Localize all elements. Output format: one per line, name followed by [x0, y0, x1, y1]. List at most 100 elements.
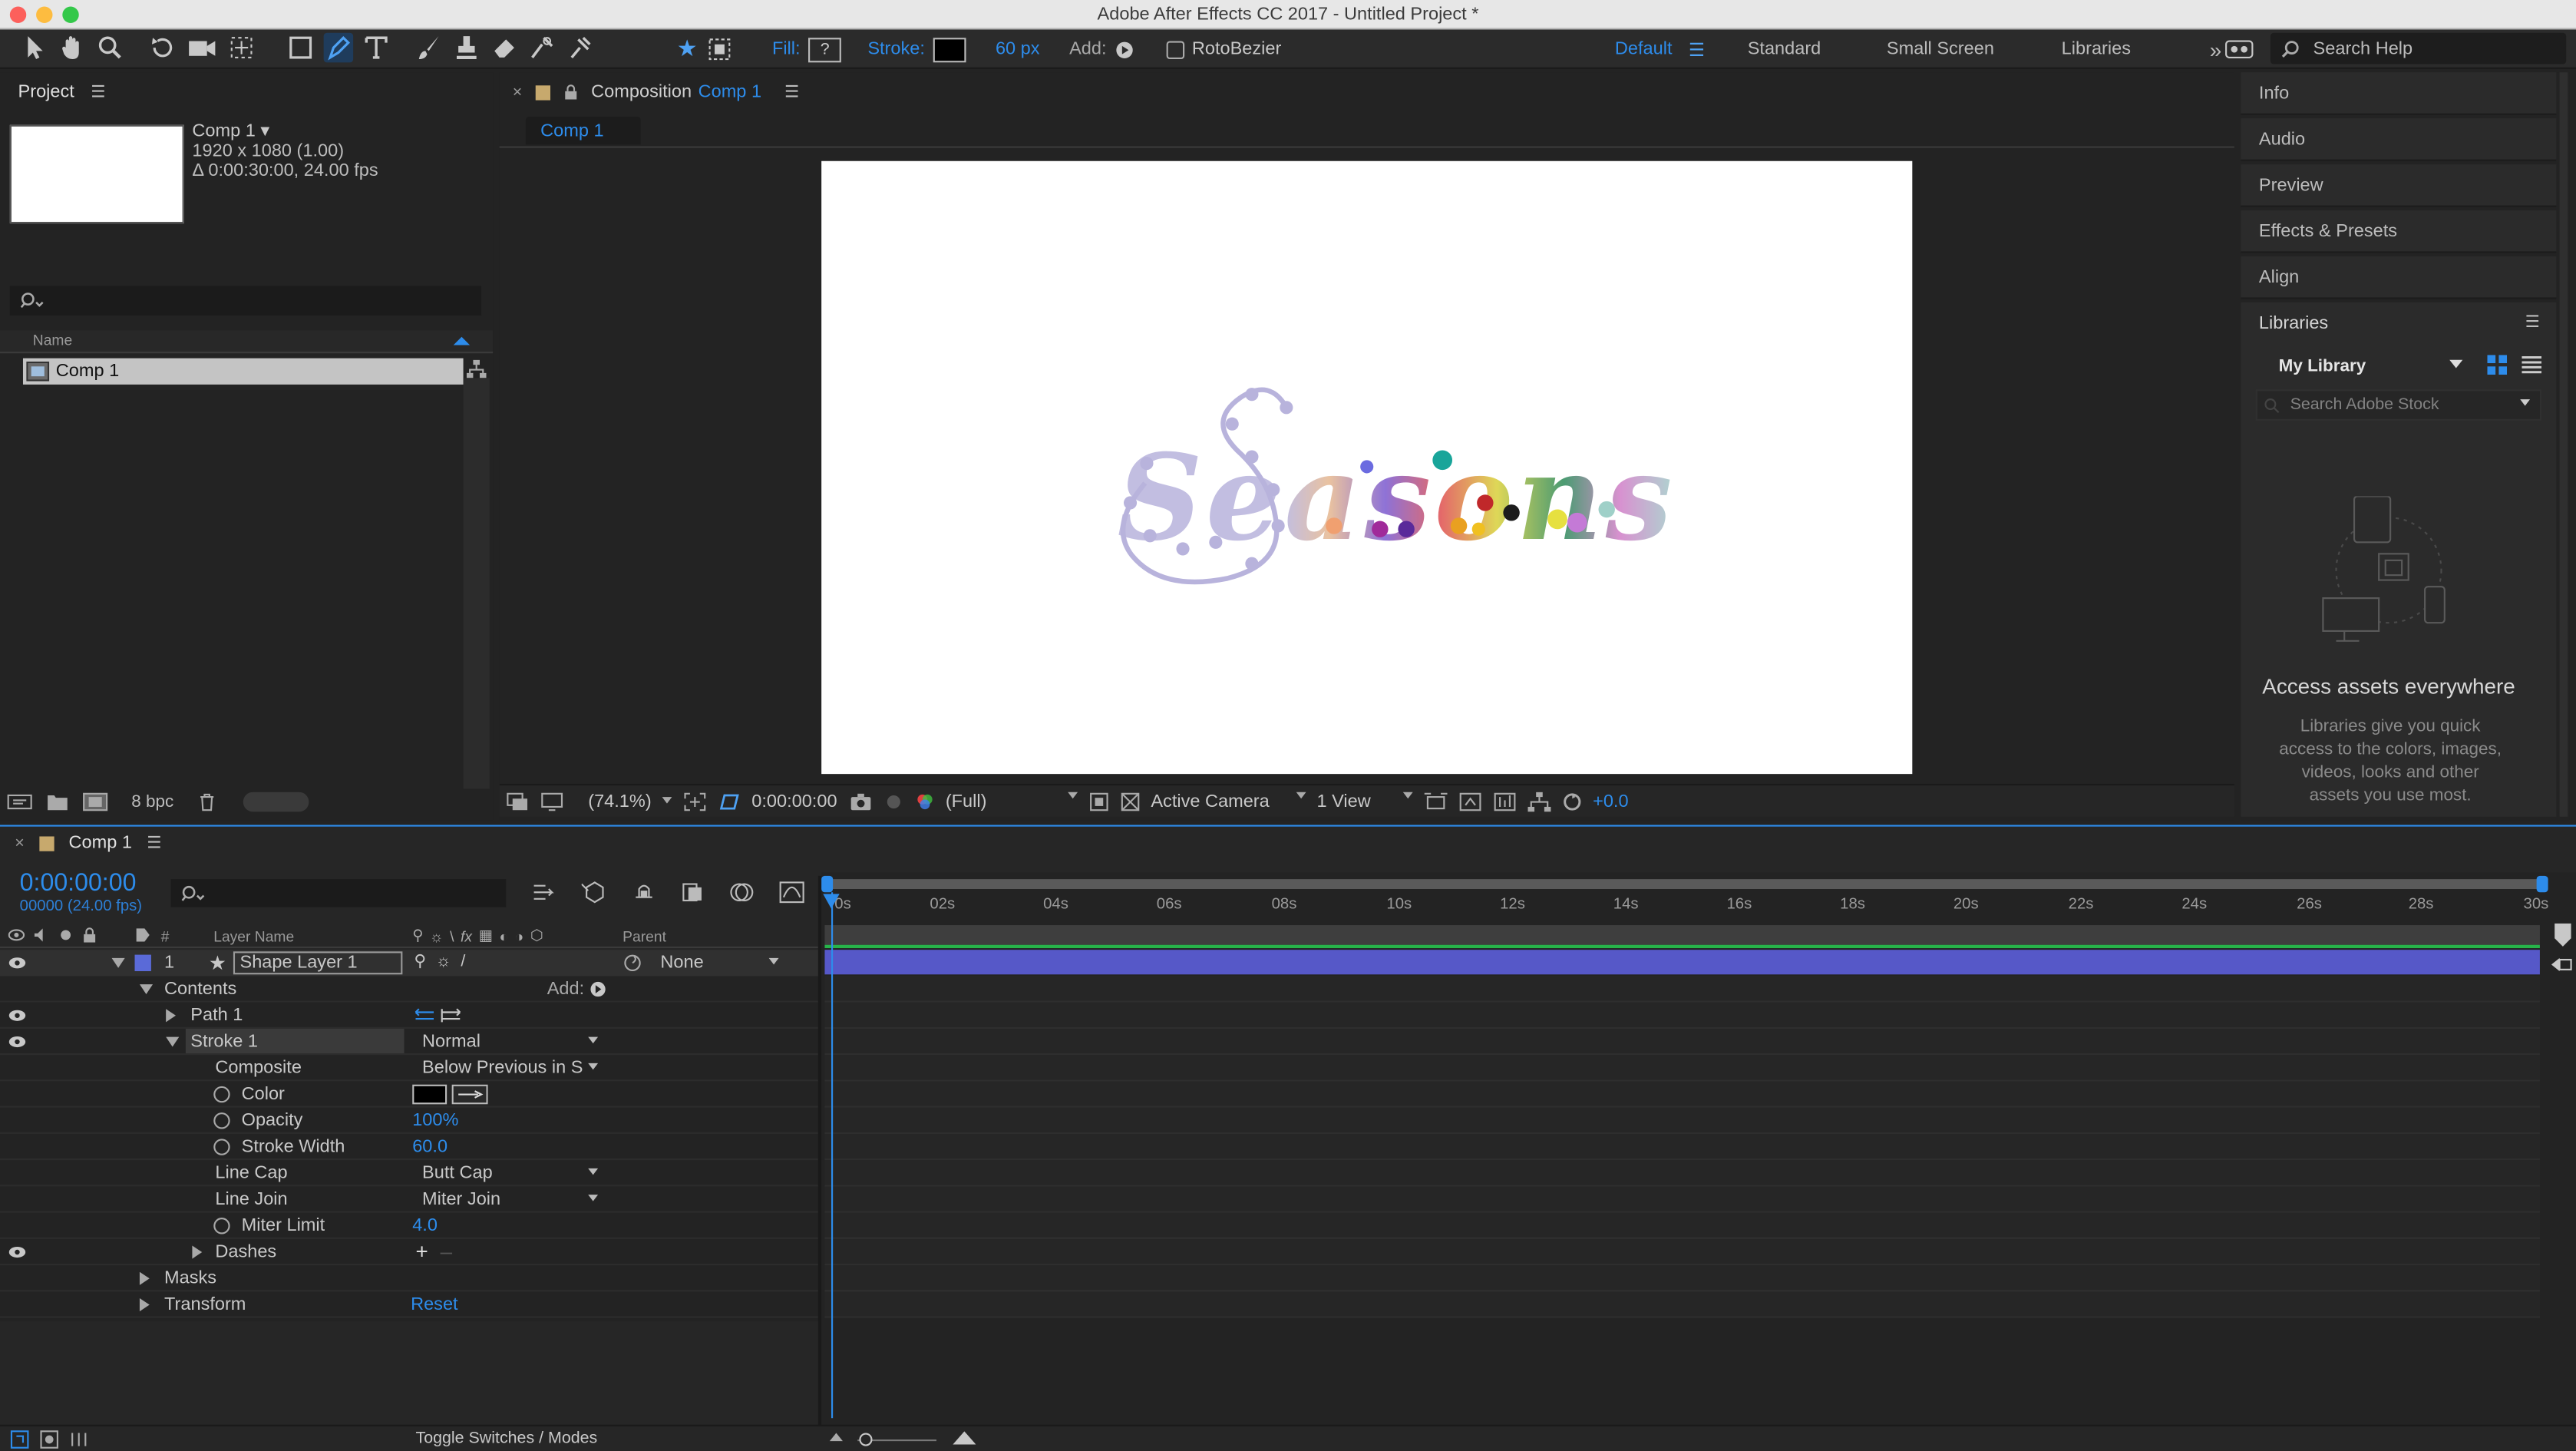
add-dash-icon[interactable]: +	[415, 1241, 428, 1262]
adobe-stock-search-input[interactable]: Search Adobe Stock	[2255, 389, 2542, 421]
workspace-standard[interactable]: Standard	[1748, 39, 1821, 59]
stroke-width-field[interactable]: 60.0	[412, 1137, 447, 1157]
exposure-value[interactable]: +0.0	[1593, 792, 1628, 812]
stroke-color-swatch[interactable]	[412, 1084, 447, 1105]
camera-tool-icon[interactable]	[186, 33, 219, 63]
timeline-zoom-knob[interactable]	[859, 1433, 873, 1446]
rotation-tool-icon[interactable]	[148, 33, 178, 63]
flowchart-view-icon[interactable]	[1527, 792, 1551, 812]
stroke-width-value[interactable]: 60 px	[996, 39, 1040, 59]
frame-blending-icon[interactable]	[680, 881, 706, 904]
rotobezier-checkbox[interactable]	[1165, 40, 1184, 58]
sidebar-item-audio[interactable]: Audio	[2241, 118, 2557, 161]
contents-row[interactable]: Contents Add:	[0, 976, 818, 1003]
parent-select[interactable]: None	[654, 951, 789, 974]
transform-row[interactable]: Transform Reset	[0, 1291, 818, 1318]
current-time-indicator[interactable]	[831, 892, 834, 1419]
adjustment-switch-icon[interactable]: ◑	[515, 927, 524, 944]
grid-view-icon[interactable]	[2487, 355, 2508, 375]
effects-switch-icon[interactable]: fx	[461, 927, 472, 944]
draft-3d-icon[interactable]	[581, 881, 608, 904]
dashes-visibility-eye-icon[interactable]	[8, 1244, 27, 1260]
composite-select[interactable]: Below Previous in Sa	[418, 1056, 605, 1079]
color-stopwatch-icon[interactable]	[213, 1086, 230, 1103]
eraser-tool-icon[interactable]	[490, 33, 520, 63]
selection-tool-icon[interactable]	[20, 33, 50, 63]
layer-name-column-header[interactable]: Layer Name	[213, 928, 294, 944]
delete-icon[interactable]	[197, 792, 216, 812]
workspace-default[interactable]: Default	[1615, 39, 1673, 59]
playhead-handle[interactable]	[823, 894, 840, 917]
library-select[interactable]: My Library	[2256, 352, 2469, 382]
toggle-switches-modes-button[interactable]: Toggle Switches / Modes	[415, 1430, 597, 1448]
eyedropper-icon[interactable]	[451, 1084, 488, 1105]
type-tool-icon[interactable]	[362, 33, 391, 63]
composition-panel-name[interactable]: Comp 1	[698, 82, 761, 102]
pan-behind-tool-icon[interactable]	[226, 33, 256, 63]
brush-tool-icon[interactable]	[414, 33, 444, 63]
snapshot-icon[interactable]	[849, 792, 872, 812]
list-view-icon[interactable]	[2522, 355, 2542, 375]
timeline-link-icon[interactable]	[1493, 792, 1516, 812]
sidebar-item-effects-presets[interactable]: Effects & Presets	[2241, 210, 2557, 253]
layer-label-color[interactable]	[134, 954, 151, 971]
collapse-switch-icon[interactable]: ☼	[436, 953, 451, 971]
zoom-tool-icon[interactable]	[95, 33, 125, 63]
motion-blur-icon[interactable]	[729, 881, 755, 904]
timeline-tab-name[interactable]: Comp 1	[69, 833, 132, 853]
lock-icon[interactable]	[563, 84, 578, 100]
reset-exposure-icon[interactable]	[1561, 792, 1581, 812]
close-panel-icon[interactable]: ×	[15, 834, 25, 852]
path-direction-icon[interactable]	[412, 1007, 464, 1023]
opacity-stopwatch-icon[interactable]	[213, 1112, 230, 1129]
masks-expand-toggle[interactable]	[139, 1271, 150, 1285]
show-snapshot-icon[interactable]	[883, 792, 903, 812]
remove-dash-icon[interactable]: –	[441, 1241, 452, 1262]
workspace-libraries[interactable]: Libraries	[2062, 39, 2131, 59]
shy-switch-icon[interactable]: ⚲	[414, 953, 426, 971]
project-search-input[interactable]	[9, 286, 482, 316]
project-comp-name[interactable]: Comp 1 ▾	[192, 121, 378, 141]
sidebar-item-align[interactable]: Align	[2241, 256, 2557, 299]
hand-tool-icon[interactable]	[58, 33, 88, 63]
quality-switch-icon[interactable]: \	[450, 927, 454, 944]
hide-shy-layers-icon[interactable]	[631, 881, 657, 904]
puppet-pin-tool-icon[interactable]	[565, 33, 595, 63]
new-composition-icon[interactable]	[82, 792, 108, 812]
project-scroll-slider[interactable]	[243, 792, 309, 812]
close-panel-icon[interactable]: ×	[513, 83, 523, 101]
color-depth-button[interactable]: 8 bpc	[131, 792, 173, 812]
path-visibility-eye-icon[interactable]	[8, 1007, 27, 1023]
pen-tool-icon[interactable]	[323, 32, 354, 63]
rectangle-tool-icon[interactable]	[286, 33, 315, 63]
contents-expand-toggle[interactable]	[139, 984, 154, 994]
sidebar-item-libraries[interactable]: Libraries	[2259, 314, 2328, 334]
search-help-toggle-icon[interactable]	[2224, 38, 2254, 61]
zoom-select[interactable]: (74.1%)	[588, 792, 671, 812]
modes-pane-icon[interactable]	[39, 1430, 59, 1449]
viewer-timecode[interactable]: 0:00:00:00	[751, 792, 837, 812]
channel-icon[interactable]	[914, 792, 934, 812]
stroke-label[interactable]: Stroke 1	[185, 1028, 405, 1054]
audio-switch-icon[interactable]	[33, 927, 49, 943]
quality-switch-icon[interactable]: /	[461, 953, 465, 971]
add-shape-icon[interactable]	[590, 981, 606, 997]
snapping-toggle-icon[interactable]	[708, 37, 731, 60]
snapping-star-icon[interactable]: ★	[677, 35, 698, 62]
mask-visibility-icon[interactable]	[717, 792, 740, 812]
fast-previews-icon[interactable]	[1458, 792, 1481, 812]
chevron-down-icon[interactable]	[2520, 399, 2531, 411]
frame-blend-switch-icon[interactable]: ▦	[479, 927, 493, 945]
in-out-pane-icon[interactable]	[69, 1430, 89, 1449]
label-column-icon[interactable]	[135, 927, 151, 943]
solo-switch-icon[interactable]	[58, 927, 74, 943]
work-area-end-handle[interactable]	[2536, 875, 2548, 893]
work-area-bar[interactable]	[824, 879, 2544, 889]
collapse-switch-icon[interactable]: ☼	[430, 927, 444, 944]
fit-frame-icon[interactable]	[682, 792, 705, 812]
stroke-swatch[interactable]	[933, 37, 966, 62]
comp-button-icon[interactable]	[2550, 955, 2573, 975]
video-switch-icon[interactable]	[8, 927, 25, 943]
miter-limit-stopwatch-icon[interactable]	[213, 1218, 230, 1235]
roto-brush-tool-icon[interactable]	[527, 33, 557, 63]
